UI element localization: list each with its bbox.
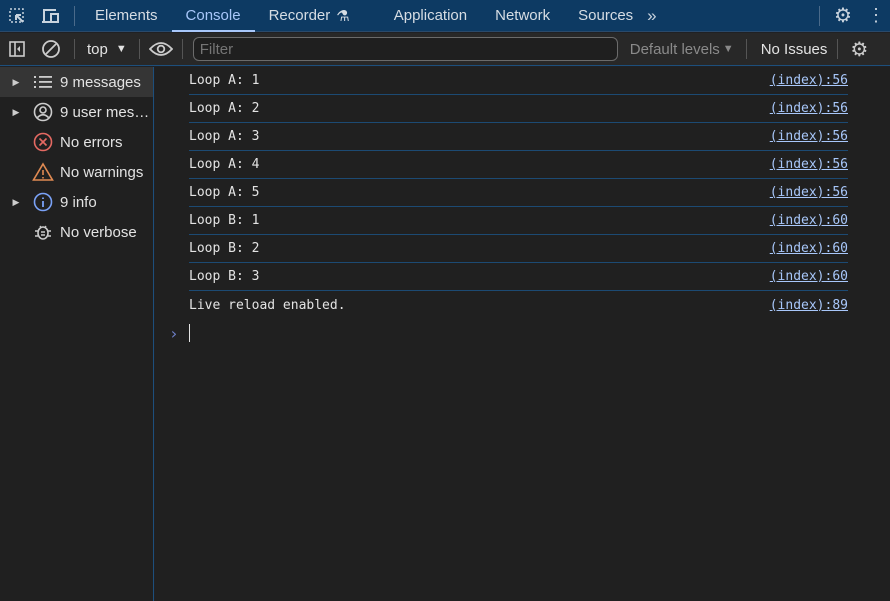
info-icon xyxy=(26,192,60,212)
tab-label: Application xyxy=(393,7,468,24)
console-toolbar: top▼ Default levels▼ No Issues ⚙ xyxy=(0,33,890,66)
divider xyxy=(138,39,140,59)
dropdown-arrow-icon: ▼ xyxy=(115,43,127,55)
message-text: Loop B: 2 xyxy=(189,241,260,256)
divider xyxy=(74,5,75,26)
device-toolbar-icon[interactable] xyxy=(34,7,68,25)
tab-network[interactable]: Network xyxy=(481,0,564,32)
dropdown-arrow-icon: ▼ xyxy=(722,43,734,55)
divider xyxy=(74,39,75,59)
sidebar-item-label: 9 user mes… xyxy=(60,103,150,121)
console-message: Loop B: 3 (index):60 xyxy=(189,263,848,291)
tab-recorder[interactable]: Recorder ⚗ xyxy=(255,0,380,32)
text-caret xyxy=(188,324,190,342)
source-link[interactable]: (index):60 xyxy=(770,269,848,284)
bug-icon xyxy=(26,222,60,242)
message-text: Loop A: 4 xyxy=(189,157,260,172)
source-link[interactable]: (index):60 xyxy=(770,241,848,256)
tab-label: Sources xyxy=(578,7,634,24)
tab-label: Elements xyxy=(95,7,158,24)
context-label: top xyxy=(87,40,108,58)
sidebar-toggle-icon[interactable] xyxy=(0,40,34,58)
tab-label: Network xyxy=(495,7,551,24)
sidebar-item-verbose[interactable]: No verbose xyxy=(0,217,153,247)
error-icon xyxy=(26,132,60,152)
source-link[interactable]: (index):60 xyxy=(770,213,848,228)
more-tabs-icon[interactable]: » xyxy=(647,6,656,26)
message-text: Loop A: 5 xyxy=(189,185,260,200)
sidebar-item-label: No warnings xyxy=(60,163,144,181)
console-sidebar: ▶ 9 messages ▶ 9 user mes… No errors No wa… xyxy=(0,67,154,601)
sidebar-item-errors[interactable]: No errors xyxy=(0,127,153,157)
source-link[interactable]: (index):89 xyxy=(770,298,848,313)
console-settings-gear-icon[interactable]: ⚙ xyxy=(844,37,874,62)
tab-elements[interactable]: Elements xyxy=(81,0,172,32)
message-text: Loop A: 1 xyxy=(189,73,260,88)
sidebar-item-label: 9 messages xyxy=(60,73,141,91)
divider xyxy=(837,39,839,59)
sidebar-item-info[interactable]: ▶ 9 info xyxy=(0,187,153,217)
user-icon xyxy=(26,102,60,122)
tab-application[interactable]: Application xyxy=(380,0,481,32)
inspect-element-icon[interactable] xyxy=(0,7,34,25)
message-text: Loop A: 2 xyxy=(189,101,260,116)
log-levels-label: Default levels xyxy=(629,40,720,58)
console-message: Loop B: 1 (index):60 xyxy=(189,207,848,235)
live-expression-eye-icon[interactable] xyxy=(146,41,176,57)
console-message: Loop A: 1 (index):56 xyxy=(189,67,848,95)
source-link[interactable]: (index):56 xyxy=(770,157,848,172)
message-text: Loop B: 1 xyxy=(189,213,260,228)
console-message: Loop A: 5 (index):56 xyxy=(189,179,848,207)
source-link[interactable]: (index):56 xyxy=(770,101,848,116)
console-output: Loop A: 1 (index):56 Loop A: 2 (index):56 Lo… xyxy=(155,67,890,601)
clear-console-icon[interactable] xyxy=(34,39,68,59)
list-icon xyxy=(26,74,60,90)
console-message: Loop B: 2 (index):60 xyxy=(189,235,848,263)
tab-label: Console xyxy=(185,7,241,24)
tab-console[interactable]: Console xyxy=(171,0,255,32)
filter-input[interactable] xyxy=(192,37,618,61)
sidebar-item-user-messages[interactable]: ▶ 9 user mes… xyxy=(0,97,153,127)
more-options-icon[interactable]: ⋮ xyxy=(866,5,886,26)
issues-button[interactable]: No Issues xyxy=(761,41,828,58)
source-link[interactable]: (index):56 xyxy=(770,129,848,144)
log-levels-dropdown[interactable]: Default levels ▼ xyxy=(630,41,734,58)
divider xyxy=(181,39,183,59)
message-text: Loop B: 3 xyxy=(189,269,260,284)
sidebar-item-label: No verbose xyxy=(60,223,137,241)
sidebar-item-label: No errors xyxy=(60,133,123,151)
console-message: Loop A: 2 (index):56 xyxy=(189,95,848,123)
message-text: Loop A: 3 xyxy=(189,129,260,144)
console-prompt[interactable]: › xyxy=(169,319,890,347)
sidebar-item-label: 9 info xyxy=(60,193,97,211)
console-message: Live reload enabled. (index):89 xyxy=(189,291,848,319)
divider xyxy=(745,39,747,59)
source-link[interactable]: (index):56 xyxy=(770,73,848,88)
message-text: Live reload enabled. xyxy=(189,297,346,313)
console-message: Loop A: 3 (index):56 xyxy=(189,123,848,151)
sidebar-item-warnings[interactable]: No warnings xyxy=(0,157,153,187)
sidebar-item-messages[interactable]: ▶ 9 messages xyxy=(0,67,153,97)
flask-icon: ⚗ xyxy=(336,7,350,25)
settings-gear-icon[interactable]: ⚙ xyxy=(820,3,866,28)
context-selector[interactable]: top ▼ xyxy=(81,41,133,58)
source-link[interactable]: (index):56 xyxy=(770,185,848,200)
tab-sources[interactable]: Sources xyxy=(564,0,647,32)
devtools-tab-bar: Elements Console Recorder ⚗ Application N… xyxy=(0,0,890,32)
tab-label: Recorder xyxy=(268,7,331,24)
console-message: Loop A: 4 (index):56 xyxy=(189,151,848,179)
warning-icon xyxy=(26,162,60,182)
prompt-chevron-icon: › xyxy=(169,323,179,343)
